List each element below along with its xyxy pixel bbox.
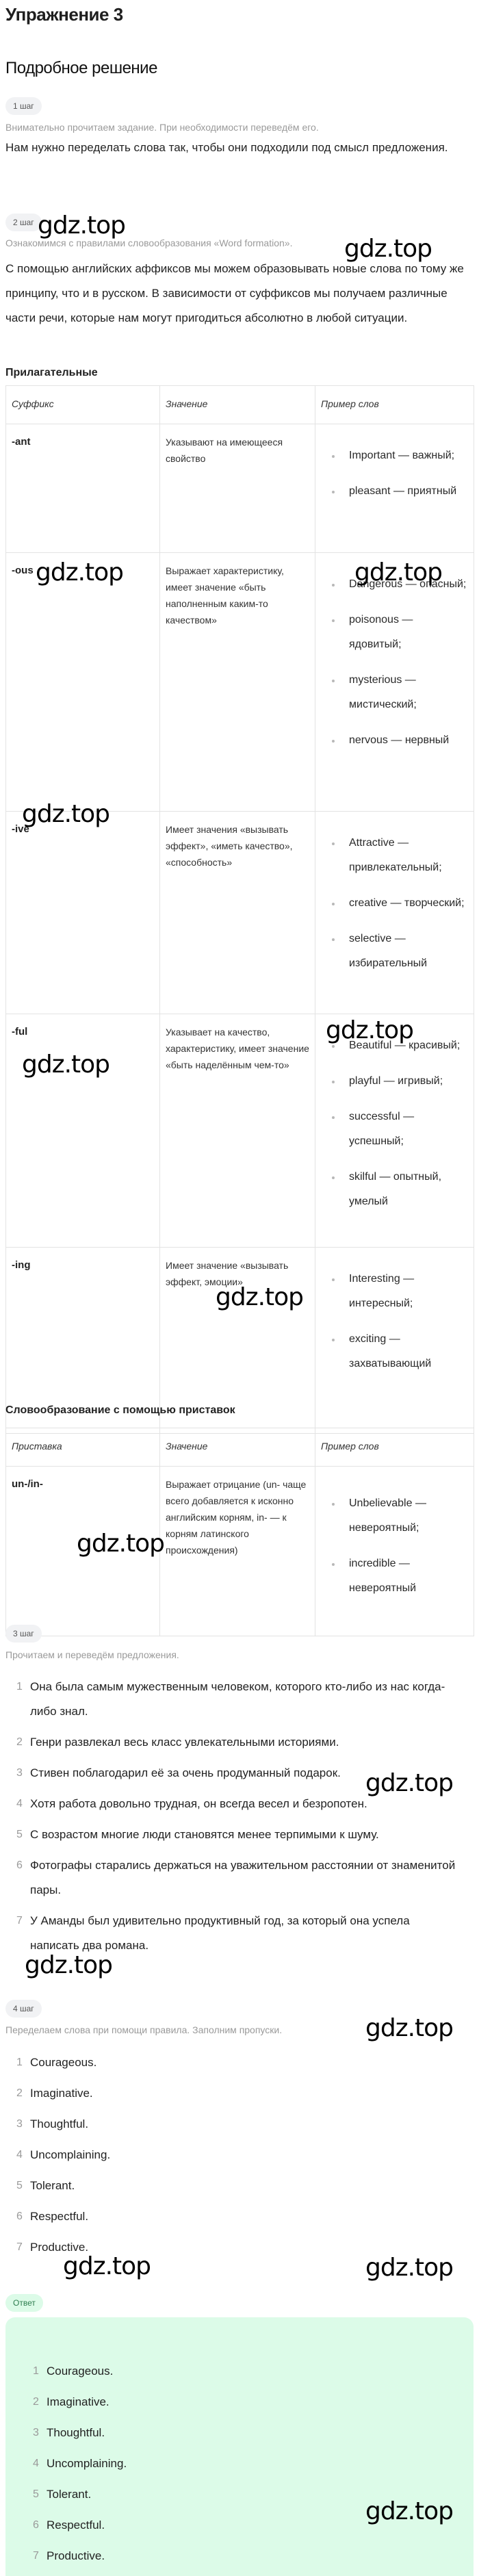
watermark: gdz.top (354, 558, 443, 587)
example-item: successful — успешный; (332, 1105, 468, 1154)
examples-cell: Beautiful — красивый; playful — игривый;… (315, 1014, 474, 1248)
meaning-cell: Имеет значения «вызывать эффект», «иметь… (159, 811, 315, 1014)
watermark: gdz.top (326, 1016, 414, 1044)
table-header-row: Приставка Значение Пример слов (5, 1428, 474, 1467)
watermark: gdz.top (25, 1951, 113, 1979)
meaning-cell: Выражает отрицание (un- чаще всего добав… (159, 1466, 315, 1636)
example-item: Unbelievable — невероятный; (332, 1491, 468, 1541)
list-item: 2 Генри развлекал весь класс увлекательны… (16, 1736, 339, 1749)
table-row: -ant Указывают на имеющееся свойство Imp… (5, 424, 474, 553)
list-item: 7 Productive. (33, 2549, 105, 2562)
example-item: poisonous — ядовитый; (332, 608, 468, 657)
watermark: gdz.top (38, 211, 126, 240)
column-header: Значение (159, 385, 315, 424)
page-title: Упражнение 3 (5, 4, 123, 25)
affix-cell: -ant (5, 424, 160, 553)
column-header: Пример слов (315, 1428, 474, 1467)
examples-cell: Dangerous — опасный; poisonous — ядовиты… (315, 552, 474, 812)
list-item: 1 Courageous. (16, 2056, 97, 2069)
list-item: 3 Thoughtful. (33, 2426, 105, 2439)
step-badge-3: 3 шаг (5, 1625, 42, 1643)
fill-answers-list: 1 Courageous. 2 Imaginative. 3 Thoughtful. … (5, 2050, 474, 2260)
watermark: gdz.top (22, 1051, 110, 1079)
column-header: Пример слов (315, 385, 474, 424)
example-item: playful — игривый; (332, 1069, 468, 1094)
table-row: -ful Указывает на качество, характеристи… (5, 1014, 474, 1248)
table-row: -ous Выражает характеристику, имеет знач… (5, 552, 474, 812)
example-item: skilful — опытный, умелый (332, 1165, 468, 1214)
column-header: Суффикс (5, 385, 160, 424)
list-item: 2 Imaginative. (33, 2395, 109, 2408)
example-item: exciting — захватывающий (332, 1327, 468, 1376)
affix-cell: -ful (5, 1014, 160, 1248)
answer-box: 1 Courageous. 2 Imaginative. 3 Thoughtful. … (5, 2317, 474, 2576)
affix-cell: -ous (5, 552, 160, 812)
watermark: gdz.top (77, 1530, 165, 1558)
list-item: 5С возрастом многие люди становятся мене… (16, 1828, 379, 1841)
step-hint-1: Внимательно прочитаем задание. При необх… (5, 122, 319, 133)
meaning-cell: Выражает характеристику, имеет значение … (159, 552, 315, 812)
example-item: Attractive — привлекательный; (332, 831, 468, 880)
example-item: Important — важный; (332, 443, 468, 468)
list-item: 4 Uncomplaining. (16, 2148, 111, 2161)
list-item: 1 Courageous. (33, 2365, 114, 2378)
list-item: 2 Imaginative. (16, 2087, 93, 2100)
example-item: incredible — невероятный (332, 1551, 468, 1601)
prefix-heading: Словообразование с помощью приставок (5, 1404, 235, 1416)
list-item: 5 Tolerant. (16, 2179, 75, 2192)
adjectives-heading: Прилагательные (5, 367, 98, 378)
watermark: gdz.top (344, 235, 432, 263)
step-badge-4: 4 шаг (5, 2000, 42, 2018)
watermark: gdz.top (365, 2254, 454, 2282)
examples-cell: Unbelievable — невероятный; incredible —… (315, 1466, 474, 1636)
list-item: 3 Thoughtful. (16, 2117, 89, 2130)
section-title: Подробное решение (5, 59, 157, 77)
sentence-list: 1 Она была самым мужественным человеком, … (5, 1675, 457, 1958)
list-item: 4 Uncomplaining. (33, 2457, 127, 2470)
example-item: mysterious — мистический; (332, 668, 468, 717)
column-header: Значение (159, 1428, 315, 1467)
example-item: selective — избирательный (332, 927, 468, 976)
answer-badge: Ответ (5, 2294, 43, 2312)
example-item: pleasant — приятный (332, 479, 468, 504)
answer-list: 1 Courageous. 2 Imaginative. 3 Thoughtful. … (22, 2359, 460, 2568)
table-row: -ive Имеет значения «вызывать эффект», «… (5, 811, 474, 1014)
list-item: 1 Она была самым мужественным человеком, … (16, 1680, 445, 1718)
watermark: gdz.top (365, 2014, 454, 2042)
step-badge-2: 2 шаг (5, 214, 42, 231)
watermark: gdz.top (63, 2252, 151, 2280)
step-hint-3: Прочитаем и переведём предложения. (5, 1649, 179, 1660)
prefix-table: Приставка Значение Пример слов un-/in- В… (5, 1428, 474, 1636)
step-text-1: Нам нужно переделать слова так, чтобы он… (5, 141, 448, 154)
list-item: 6 Фотографы старались держаться на уважит… (16, 1859, 456, 1896)
column-header: Приставка (5, 1428, 160, 1467)
examples-cell: Important — важный; pleasant — приятный (315, 424, 474, 553)
example-item: creative — творческий; (332, 891, 468, 916)
meaning-cell: Указывают на имеющееся свойство (159, 424, 315, 553)
watermark: gdz.top (365, 1769, 454, 1797)
examples-cell: Interesting — интересный; exciting — зах… (315, 1247, 474, 1434)
watermark: gdz.top (365, 2497, 454, 2525)
step-text-2: С помощью английских аффиксов мы можем о… (5, 262, 464, 324)
suffix-table: Суффикс Значение Пример слов -ant Указыв… (5, 385, 474, 1434)
example-item: Interesting — интересный; (332, 1267, 468, 1316)
step-hint-4: Переделаем слова при помощи правила. Зап… (5, 2024, 283, 2035)
examples-cell: Attractive — привлекательный; creative —… (315, 811, 474, 1014)
table-header-row: Суффикс Значение Пример слов (5, 385, 474, 424)
affix-cell: -ive (5, 811, 160, 1014)
watermark: gdz.top (36, 558, 124, 587)
watermark: gdz.top (216, 1283, 304, 1311)
list-item: 6 Respectful. (16, 2210, 89, 2223)
meaning-cell: Указывает на качество, характеристику, и… (159, 1014, 315, 1248)
example-item: nervous — нервный (332, 728, 468, 753)
step-badge-1: 1 шаг (5, 97, 42, 115)
watermark: gdz.top (22, 800, 110, 828)
